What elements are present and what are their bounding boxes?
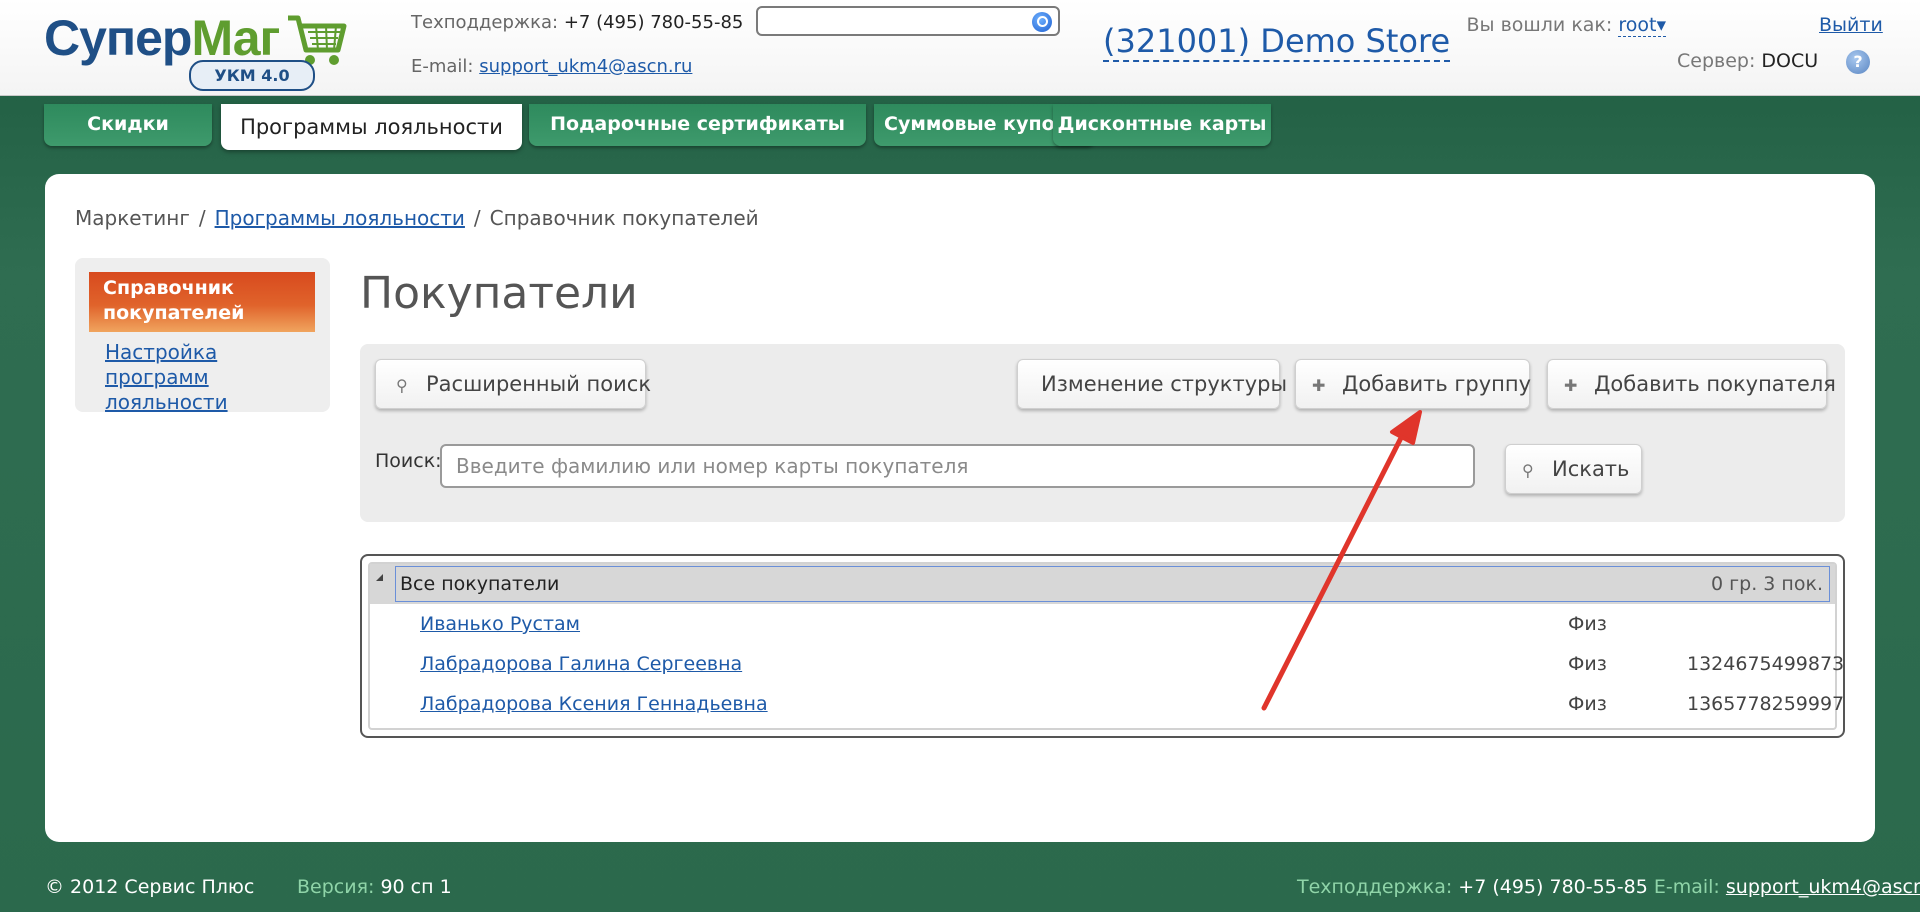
version-badge: УКМ 4.0 xyxy=(189,60,315,91)
store-selector[interactable]: (321001) Demo Store xyxy=(1103,22,1451,62)
logged-in-as: Вы вошли как: root▾ xyxy=(1466,14,1666,37)
search-icon[interactable] xyxy=(1032,12,1052,32)
advanced-search-label: Расширенный поиск xyxy=(426,372,652,396)
user-menu[interactable]: root▾ xyxy=(1618,14,1666,37)
support-email-link[interactable]: support_ukm4@ascn.ru xyxy=(479,56,692,77)
help-icon[interactable]: ? xyxy=(1846,50,1870,74)
support-phone: +7 (495) 780-55-85 xyxy=(563,12,744,33)
add-customer-button[interactable]: ✚ Добавить покупателя xyxy=(1547,359,1836,409)
table-row: Иванько Рустам Физ xyxy=(370,604,1835,644)
tab-gift-certificates[interactable]: Подарочные сертификаты xyxy=(529,104,866,146)
server-label: Сервер: xyxy=(1677,50,1756,72)
logout-link[interactable]: Выйти xyxy=(1819,14,1883,36)
customer-card: 1365778259997 xyxy=(1687,693,1845,715)
add-group-button[interactable]: ✚ Добавить группу xyxy=(1295,359,1532,409)
logo-text: СуперМаг xyxy=(44,8,280,68)
sidebar: Справочник покупателей Настройка програм… xyxy=(75,258,330,415)
advanced-search-button[interactable]: ⚲ Расширенный поиск xyxy=(375,359,651,409)
logo[interactable]: СуперМаг УКМ 4.0 xyxy=(44,8,354,91)
breadcrumb-separator: / xyxy=(473,206,481,230)
footer-copyright: © 2012 Сервис Плюс xyxy=(45,876,255,898)
tab-loyalty-programs[interactable]: Программы лояльности xyxy=(221,104,522,150)
customer-search-input[interactable] xyxy=(440,444,1475,488)
sidebar-item-customers-directory[interactable]: Справочник покупателей xyxy=(89,272,315,332)
support-label: Техподдержка: xyxy=(411,12,559,33)
magnifier-icon: ⚲ xyxy=(396,376,408,395)
search-button[interactable]: ⚲ Искать xyxy=(1505,444,1642,494)
customer-type: Физ xyxy=(1568,653,1607,675)
main-panel: Маркетинг / Программы лояльности / Справочни… xyxy=(45,174,1875,842)
customers-tree: Все покупатели 0 гр. 3 пок. Иванько Руст… xyxy=(360,554,1845,738)
tree-root-node[interactable]: Все покупатели 0 гр. 3 пок. xyxy=(395,566,1830,602)
logo-part2: Маг xyxy=(191,10,280,66)
breadcrumb-marketing: Маркетинг xyxy=(75,206,190,230)
plus-icon: ✚ xyxy=(1312,376,1326,395)
header: СуперМаг УКМ 4.0 Техподдержка: +7 (495) … xyxy=(0,0,1920,96)
magnifier-icon: ⚲ xyxy=(1522,461,1534,480)
tree-root-row[interactable]: Все покупатели 0 гр. 3 пок. xyxy=(370,564,1835,604)
support-row: Техподдержка: +7 (495) 780-55-85 xyxy=(411,10,743,36)
version-value: 90 сп 1 xyxy=(380,876,452,898)
customer-link[interactable]: Иванько Рустам xyxy=(420,604,580,644)
breadcrumb-current: Справочник покупателей xyxy=(489,206,759,230)
chevron-down-icon: ▾ xyxy=(1656,14,1666,36)
footer-contacts: Техподдержка: +7 (495) 780-55-85 E-mail:… xyxy=(1297,876,1920,898)
server-info: Сервер: DOCU xyxy=(1677,50,1818,72)
footer-support-label: Техподдержка: xyxy=(1297,876,1453,898)
sidebar-item-loyalty-settings[interactable]: Настройка программ лояльности xyxy=(105,340,325,415)
customer-link[interactable]: Лабрадорова Ксения Геннадьевна xyxy=(420,684,768,724)
header-search-input[interactable] xyxy=(756,6,1060,36)
server-name: DOCU xyxy=(1761,50,1819,72)
plus-icon: ✚ xyxy=(1564,376,1578,395)
customer-link[interactable]: Лабрадорова Галина Сергеевна xyxy=(420,644,742,684)
breadcrumb: Маркетинг / Программы лояльности / Справочни… xyxy=(75,206,759,230)
tree-root-label: Все покупатели xyxy=(400,573,560,595)
footer-version: Версия: 90 сп 1 xyxy=(297,876,452,898)
customer-type: Физ xyxy=(1568,693,1607,715)
version-label: Версия: xyxy=(297,876,375,898)
footer-email-link[interactable]: support_ukm4@ascn.ru xyxy=(1726,876,1920,898)
footer-support-phone: +7 (495) 780-55-85 xyxy=(1458,876,1648,898)
table-row: Лабрадорова Галина Сергеевна Физ 1324675… xyxy=(370,644,1844,684)
tab-discounts[interactable]: Скидки xyxy=(44,104,212,146)
logged-as-label: Вы вошли как: xyxy=(1466,14,1613,36)
tree-count: 0 гр. 3 пок. xyxy=(1711,573,1823,595)
add-group-label: Добавить группу xyxy=(1342,372,1532,396)
toolbar: ⚲ Расширенный поиск Изменение структуры ✚… xyxy=(360,344,1845,522)
username: root xyxy=(1618,14,1657,36)
search-label: Поиск: xyxy=(375,450,442,472)
add-customer-label: Добавить покупателя xyxy=(1594,372,1836,396)
customer-card: 1324675499873 xyxy=(1687,653,1845,675)
collapse-triangle-icon[interactable] xyxy=(376,574,383,581)
footer-email-label: E-mail: xyxy=(1653,876,1720,898)
search-button-label: Искать xyxy=(1552,457,1630,481)
tree-body: Все покупатели 0 гр. 3 пок. Иванько Руст… xyxy=(368,562,1844,730)
page-title: Покупатели xyxy=(360,268,638,319)
table-row: Лабрадорова Ксения Геннадьевна Физ 13657… xyxy=(370,684,1844,724)
email-label: E-mail: xyxy=(411,56,474,77)
tab-discount-cards[interactable]: Дисконтные карты xyxy=(1053,104,1271,146)
change-structure-button[interactable]: Изменение структуры xyxy=(1017,359,1287,409)
breadcrumb-separator: / xyxy=(198,206,206,230)
header-contacts: Техподдержка: +7 (495) 780-55-85 E-mail:… xyxy=(411,10,743,77)
logo-part1: Супер xyxy=(44,10,192,66)
email-row: E-mail: support_ukm4@ascn.ru xyxy=(411,54,692,80)
change-structure-label: Изменение структуры xyxy=(1041,372,1288,396)
breadcrumb-loyalty-programs[interactable]: Программы лояльности xyxy=(215,206,465,230)
customer-type: Физ xyxy=(1568,613,1607,635)
